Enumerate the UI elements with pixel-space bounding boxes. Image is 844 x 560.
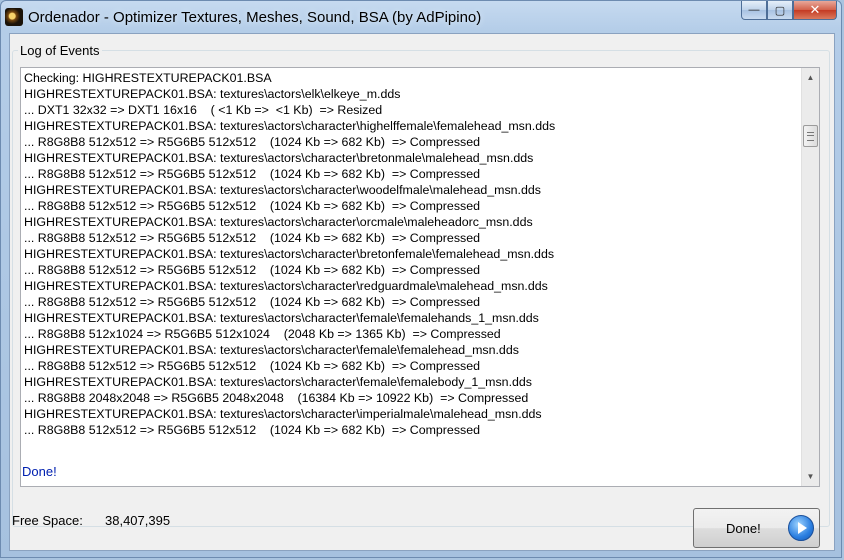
log-line: ... R8G8B8 512x512 => R5G6B5 512x512 (10… <box>24 199 480 213</box>
grip-icon <box>807 131 814 141</box>
scroll-thumb[interactable] <box>803 125 818 147</box>
title-bar[interactable]: Ordenador - Optimizer Textures, Meshes, … <box>1 1 841 35</box>
log-line: ... R8G8B8 512x512 => R5G6B5 512x512 (10… <box>24 359 480 373</box>
minimize-icon: — <box>748 4 760 16</box>
app-icon[interactable] <box>5 8 23 26</box>
log-line: HIGHRESTEXTUREPACK01.BSA: textures\actor… <box>24 247 555 261</box>
log-line: HIGHRESTEXTUREPACK01.BSA: textures\actor… <box>24 183 541 197</box>
log-line: ... R8G8B8 512x512 => R5G6B5 512x512 (10… <box>24 295 480 309</box>
log-line: HIGHRESTEXTUREPACK01.BSA: textures\actor… <box>24 279 548 293</box>
play-arrow-icon <box>788 515 814 541</box>
scroll-down-arrow-icon[interactable]: ▼ <box>802 468 819 485</box>
log-line: HIGHRESTEXTUREPACK01.BSA: textures\actor… <box>24 311 539 325</box>
log-line: HIGHRESTEXTUREPACK01.BSA: textures\actor… <box>24 215 533 229</box>
minimize-button[interactable]: — <box>741 1 767 20</box>
log-line: ... R8G8B8 512x512 => R5G6B5 512x512 (10… <box>24 231 480 245</box>
log-group-label: Log of Events <box>18 43 102 58</box>
log-line: ... R8G8B8 2048x2048 => R5G6B5 2048x2048… <box>24 391 529 405</box>
caption-buttons: — ▢ ✕ <box>741 1 837 23</box>
status-text: Done! <box>22 464 57 479</box>
scroll-up-arrow-icon[interactable]: ▲ <box>802 69 819 86</box>
maximize-icon: ▢ <box>774 4 786 17</box>
log-line: HIGHRESTEXTUREPACK01.BSA: textures\actor… <box>24 375 532 389</box>
close-button[interactable]: ✕ <box>793 1 837 20</box>
log-line: ... DXT1 32x32 => DXT1 16x16 ( <1 Kb => … <box>24 103 383 117</box>
log-textbox[interactable]: Checking: HIGHRESTEXTUREPACK01.BSA HIGHRE… <box>20 67 820 487</box>
done-button-label: Done! <box>726 521 761 536</box>
log-scrollbar[interactable]: ▲ ▼ <box>801 68 819 486</box>
log-line: HIGHRESTEXTUREPACK01.BSA: textures\actor… <box>24 151 534 165</box>
log-line: ... R8G8B8 512x1024 => R5G6B5 512x1024 (… <box>24 327 501 341</box>
client-area: Log of Events Checking: HIGHRESTEXTUREPA… <box>9 33 835 551</box>
log-line: HIGHRESTEXTUREPACK01.BSA: textures\actor… <box>24 407 542 421</box>
window-title: Ordenador - Optimizer Textures, Meshes, … <box>28 9 482 26</box>
close-icon: ✕ <box>809 2 821 17</box>
log-line: HIGHRESTEXTUREPACK01.BSA: textures\actor… <box>24 343 519 357</box>
done-button[interactable]: Done! <box>693 508 820 548</box>
log-line: ... R8G8B8 512x512 => R5G6B5 512x512 (10… <box>24 263 480 277</box>
log-line: ... R8G8B8 512x512 => R5G6B5 512x512 (10… <box>24 167 480 181</box>
log-line: ... R8G8B8 512x512 => R5G6B5 512x512 (10… <box>24 423 480 437</box>
log-line: ... R8G8B8 512x512 => R5G6B5 512x512 (10… <box>24 135 480 149</box>
free-space-label: Free Space: <box>12 513 83 528</box>
free-space-value: 38,407,395 <box>105 513 171 528</box>
maximize-button[interactable]: ▢ <box>767 1 793 20</box>
log-line: HIGHRESTEXTUREPACK01.BSA: textures\actor… <box>24 119 556 133</box>
log-line: Checking: HIGHRESTEXTUREPACK01.BSA <box>24 71 272 85</box>
log-line: HIGHRESTEXTUREPACK01.BSA: textures\actor… <box>24 87 401 101</box>
log-lines: Checking: HIGHRESTEXTUREPACK01.BSA HIGHRE… <box>24 70 797 438</box>
main-window: Ordenador - Optimizer Textures, Meshes, … <box>0 0 842 558</box>
